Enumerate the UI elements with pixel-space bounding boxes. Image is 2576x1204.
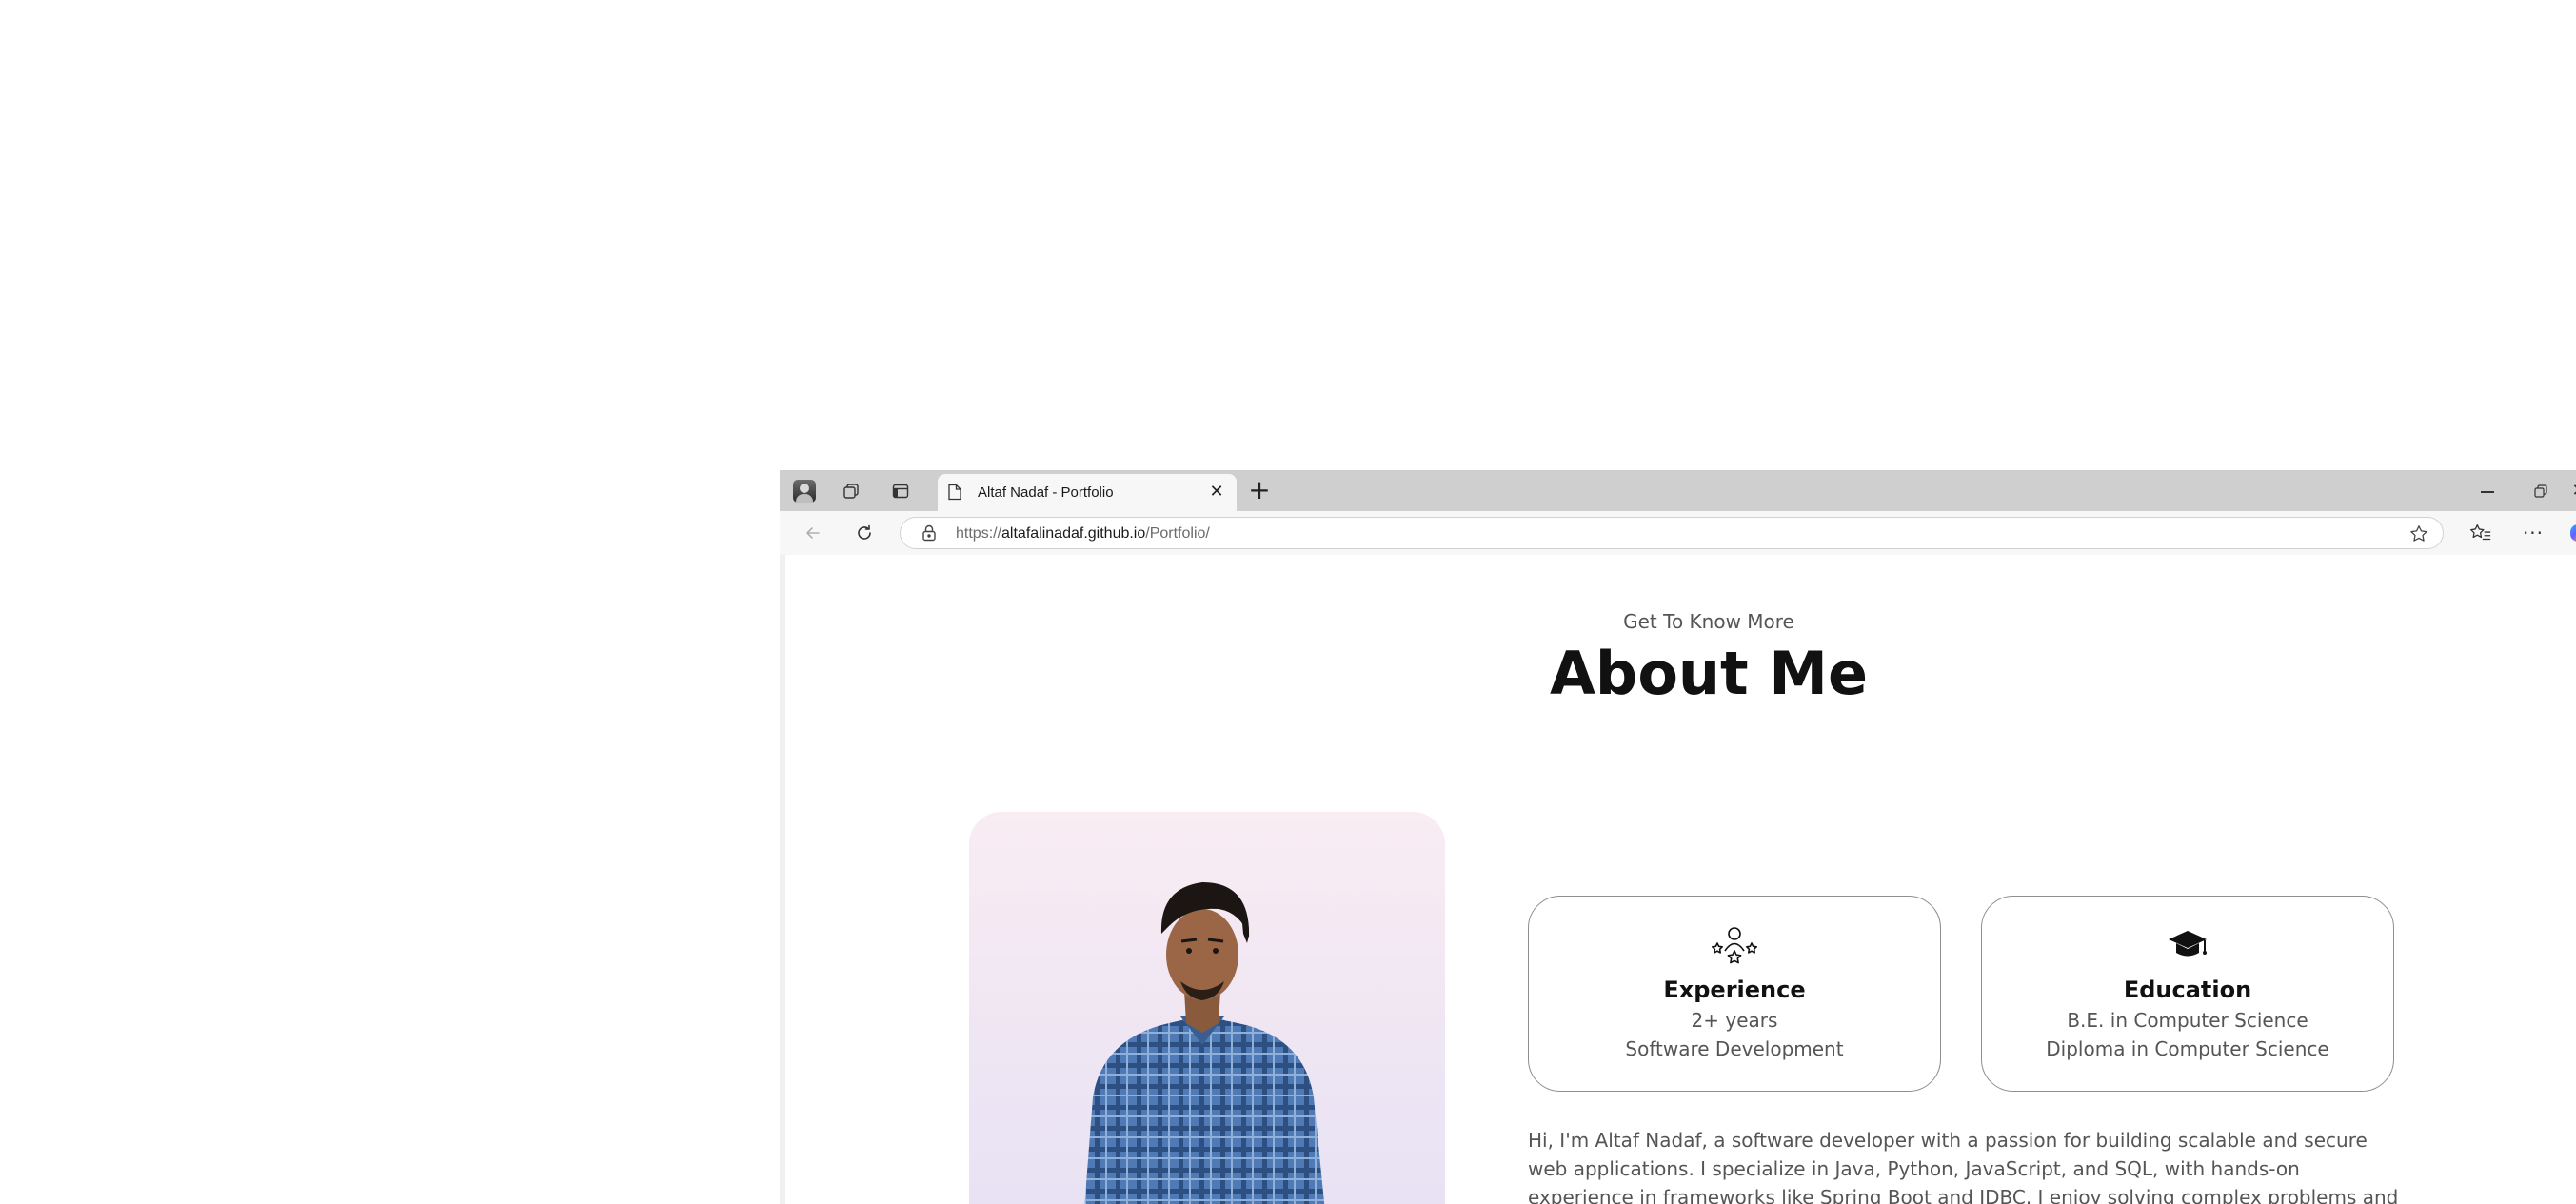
section-subtitle: Get To Know More: [1623, 610, 1794, 633]
favorites-icon[interactable]: [2467, 519, 2495, 547]
browser-window: Altaf Nadaf - Portfolio ✕ + ✕ https://al…: [780, 470, 2576, 1204]
address-bar[interactable]: https://altafalinadaf.github.io/Portfoli…: [900, 517, 2444, 549]
minimize-button[interactable]: [2468, 478, 2507, 504]
education-diploma: Diploma in Computer Science: [2046, 1037, 2329, 1060]
experience-card: Experience 2+ years Software Development: [1528, 896, 1941, 1092]
education-degree: B.E. in Computer Science: [2067, 1009, 2308, 1032]
tab-strip: Altaf Nadaf - Portfolio ✕ + ✕: [780, 470, 2576, 511]
url-scheme: https://: [956, 525, 1002, 542]
education-card: Education B.E. in Computer Science Diplo…: [1981, 896, 2394, 1092]
tab-title: Altaf Nadaf - Portfolio: [978, 484, 1114, 501]
page-viewport: Get To Know More About Me Experience 2+ …: [780, 555, 2576, 1204]
experience-years: 2+ years: [1691, 1009, 1778, 1032]
tab-close-icon[interactable]: ✕: [1206, 482, 1227, 503]
experience-title: Experience: [1663, 977, 1806, 1003]
url-host: altafalinadaf.github.io: [1001, 525, 1146, 542]
about-bio-text: Hi, I'm Altaf Nadaf, a software develope…: [1528, 1129, 2399, 1204]
tab-active[interactable]: Altaf Nadaf - Portfolio ✕: [938, 474, 1237, 511]
back-button[interactable]: [799, 519, 827, 547]
vertical-tabs-icon[interactable]: [887, 478, 914, 504]
window-close-button[interactable]: ✕: [2560, 478, 2576, 504]
url-text[interactable]: https://altafalinadaf.github.io/Portfoli…: [956, 525, 1210, 543]
profile-photo: [969, 812, 1445, 1204]
section-title: About Me: [1549, 639, 1869, 708]
copilot-icon[interactable]: [2564, 519, 2576, 547]
new-tab-button[interactable]: +: [1244, 476, 1275, 506]
favorite-star-icon[interactable]: [2408, 523, 2429, 548]
restore-button[interactable]: [2522, 478, 2560, 504]
more-options-button[interactable]: ···: [2519, 519, 2547, 547]
person-illustration: [1084, 882, 1325, 1204]
refresh-button[interactable]: [850, 519, 879, 547]
browser-toolbar: https://altafalinadaf.github.io/Portfoli…: [780, 511, 2576, 556]
education-title: Education: [2123, 977, 2252, 1003]
url-path: /Portfolio/: [1145, 525, 1210, 542]
experience-stars-person-icon: [1529, 925, 1940, 967]
experience-field: Software Development: [1625, 1037, 1844, 1060]
lock-icon[interactable]: [921, 524, 937, 545]
workspaces-icon[interactable]: [838, 478, 864, 504]
profile-avatar[interactable]: [791, 478, 818, 504]
page-icon: [947, 484, 962, 504]
graduation-cap-icon: [1982, 925, 2393, 963]
